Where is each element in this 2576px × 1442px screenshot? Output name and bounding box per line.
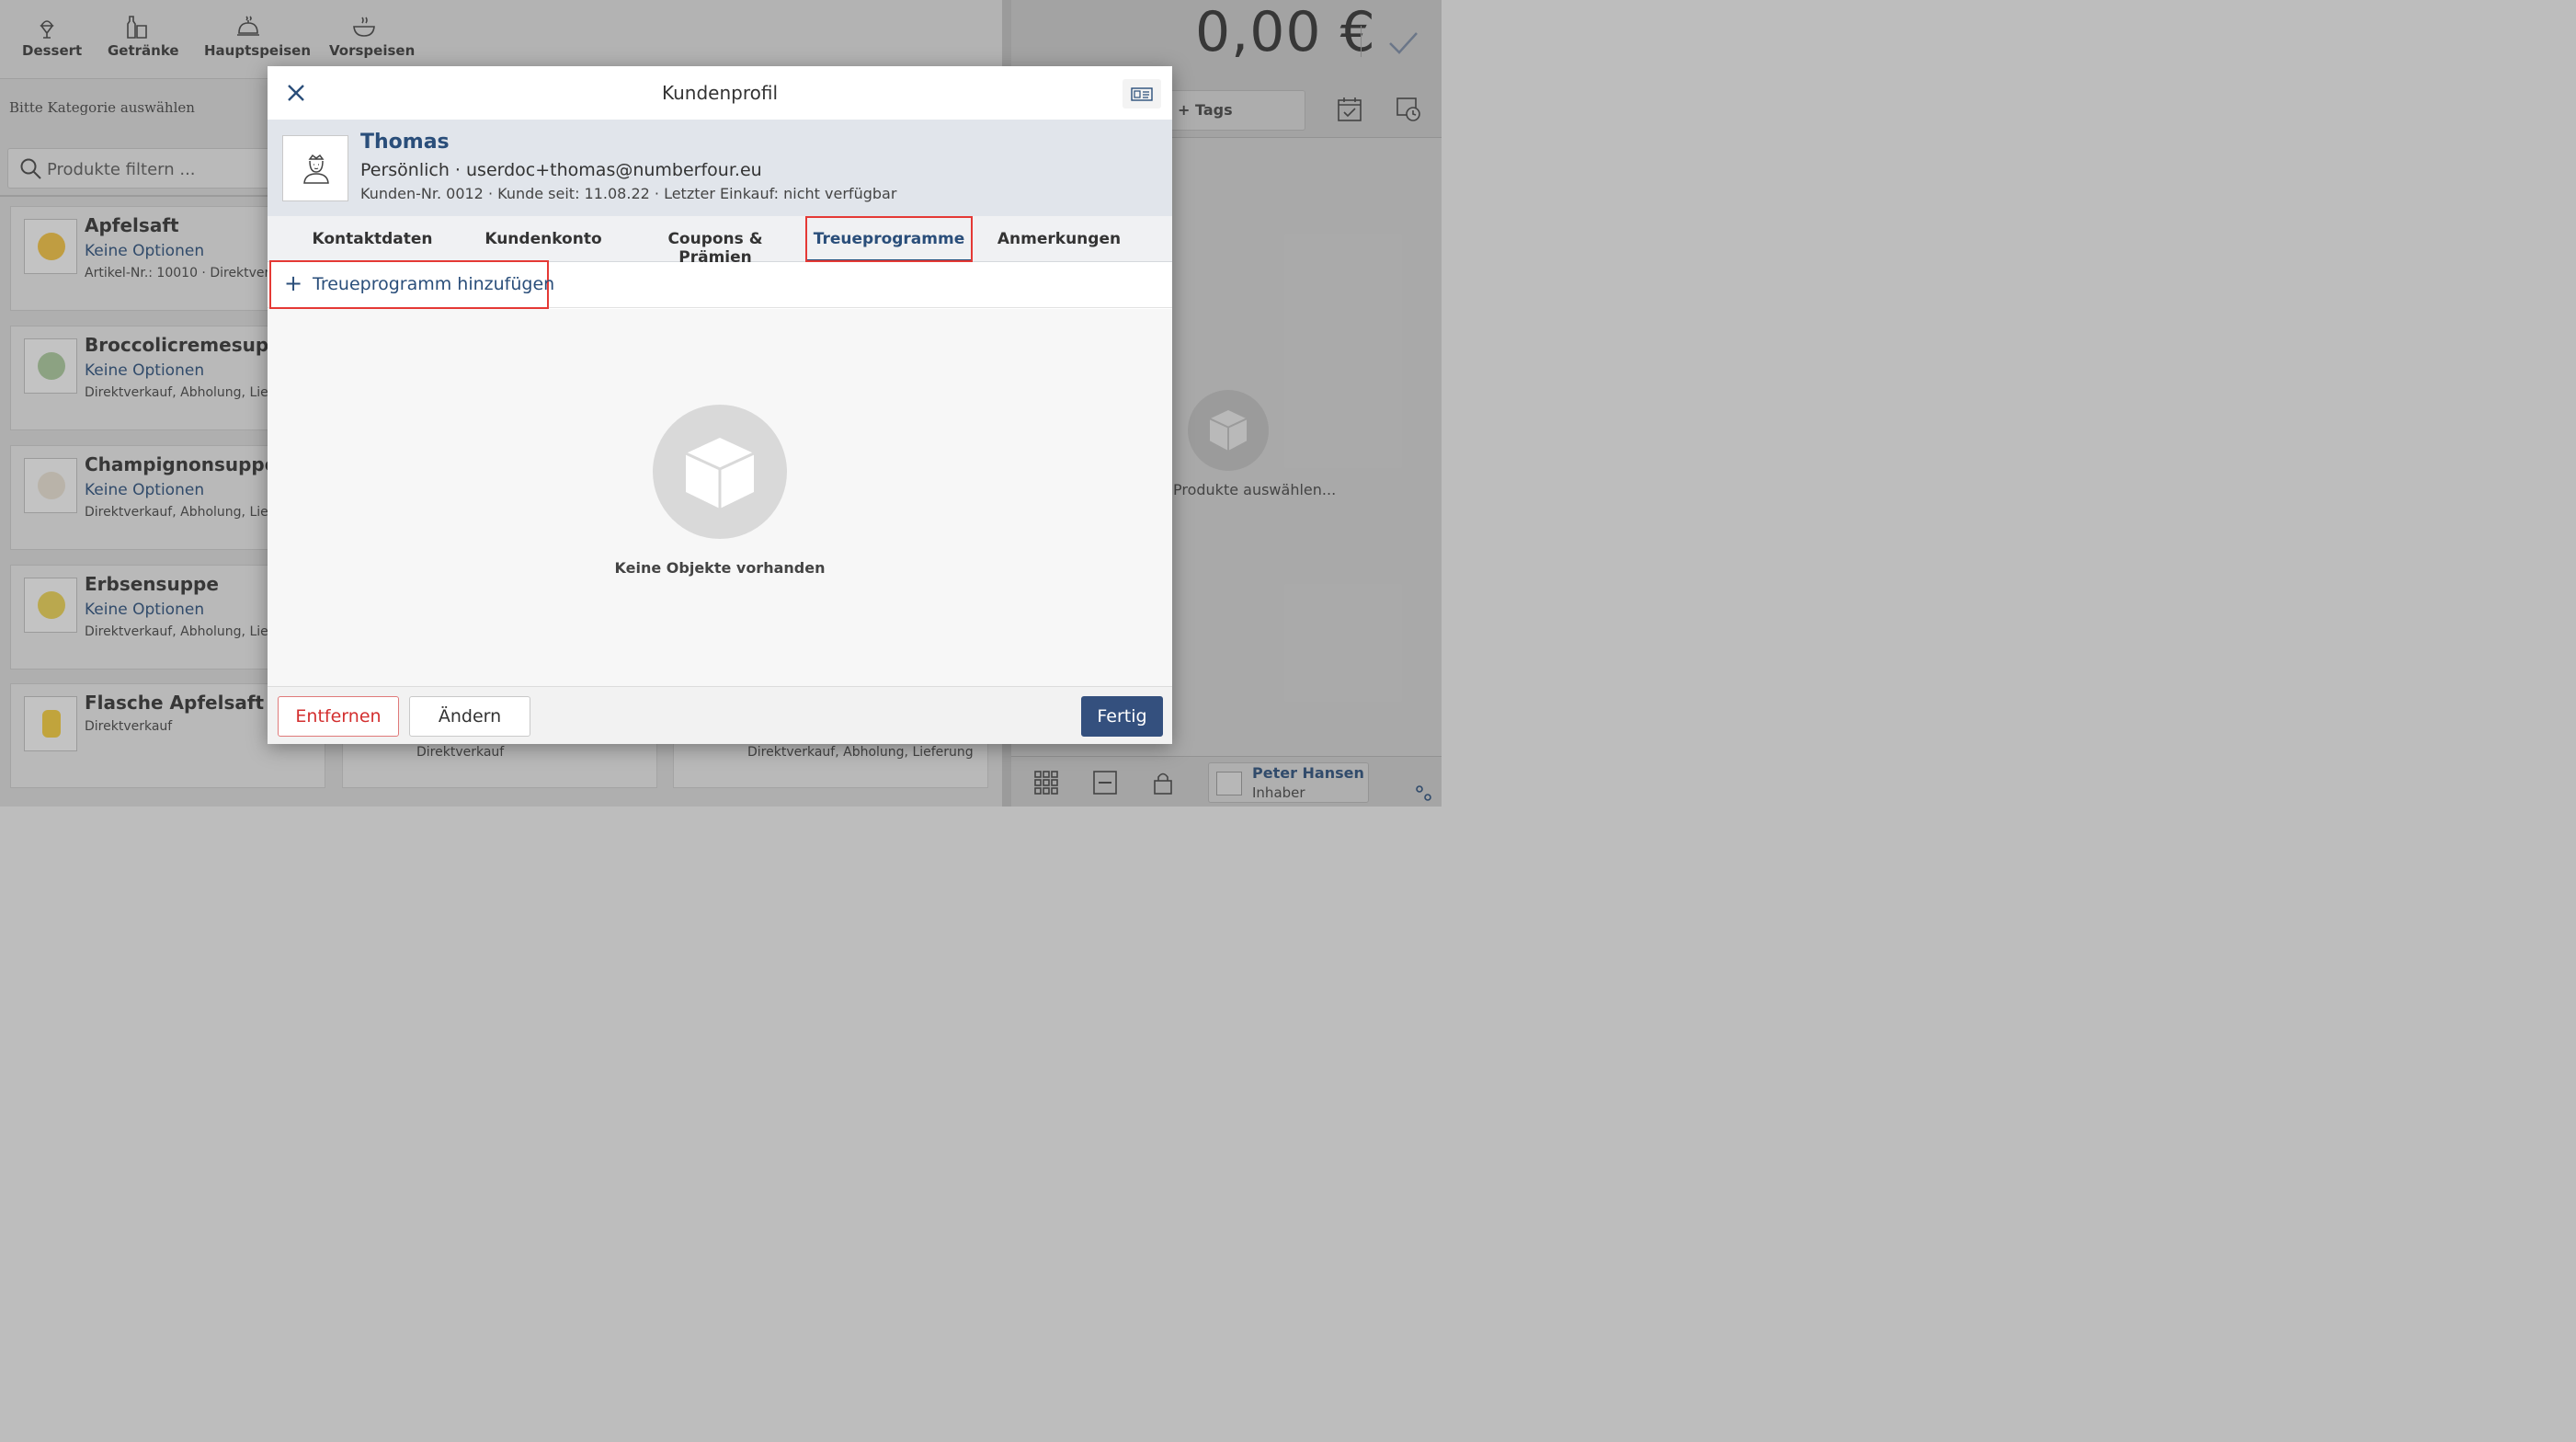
tab-kundenkonto[interactable]: Kundenkonto [459,216,628,262]
loyalty-program-list: Keine Objekte vorhanden [268,309,1172,686]
done-button[interactable]: Fertig [1081,696,1163,737]
tab-kontaktdaten[interactable]: Kontaktdaten [288,216,457,262]
id-card-icon[interactable] [1123,79,1161,109]
customer-avatar-icon [303,154,329,184]
customer-summary: Thomas Persönlich · userdoc+thomas@numbe… [268,120,1172,216]
add-loyalty-program-button[interactable]: + Treueprogramm hinzufügen [269,260,554,309]
tab-coupons-praemien[interactable]: Coupons & Prämien [630,216,801,267]
dialog-header: Kundenprofil [268,66,1172,120]
empty-box-icon [653,405,787,539]
tab-treueprogramme[interactable]: Treueprogramme [805,216,973,262]
dialog-footer: Entfernen Ändern Fertig [268,686,1172,744]
customer-avatar [282,135,348,201]
plus-icon: + [284,270,303,296]
edit-button[interactable]: Ändern [409,696,530,737]
empty-state-label: Keine Objekte vorhanden [614,559,826,577]
dialog-title: Kundenprofil [661,82,778,104]
tab-anmerkungen[interactable]: Anmerkungen [974,216,1145,262]
add-row: + Treueprogramm hinzufügen [268,260,1172,309]
customer-profile-dialog: Kundenprofil Thomas Persönlich · userdoc… [268,66,1172,744]
profile-tabs: Kontaktdaten Kundenkonto Coupons & Prämi… [268,216,1172,267]
remove-button[interactable]: Entfernen [278,696,399,737]
customer-meta: Kunden-Nr. 0012 · Kunde seit: 11.08.22 ·… [360,185,897,202]
customer-name: Thomas [360,131,450,154]
customer-contact: Persönlich · userdoc+thomas@numberfour.e… [360,160,762,180]
